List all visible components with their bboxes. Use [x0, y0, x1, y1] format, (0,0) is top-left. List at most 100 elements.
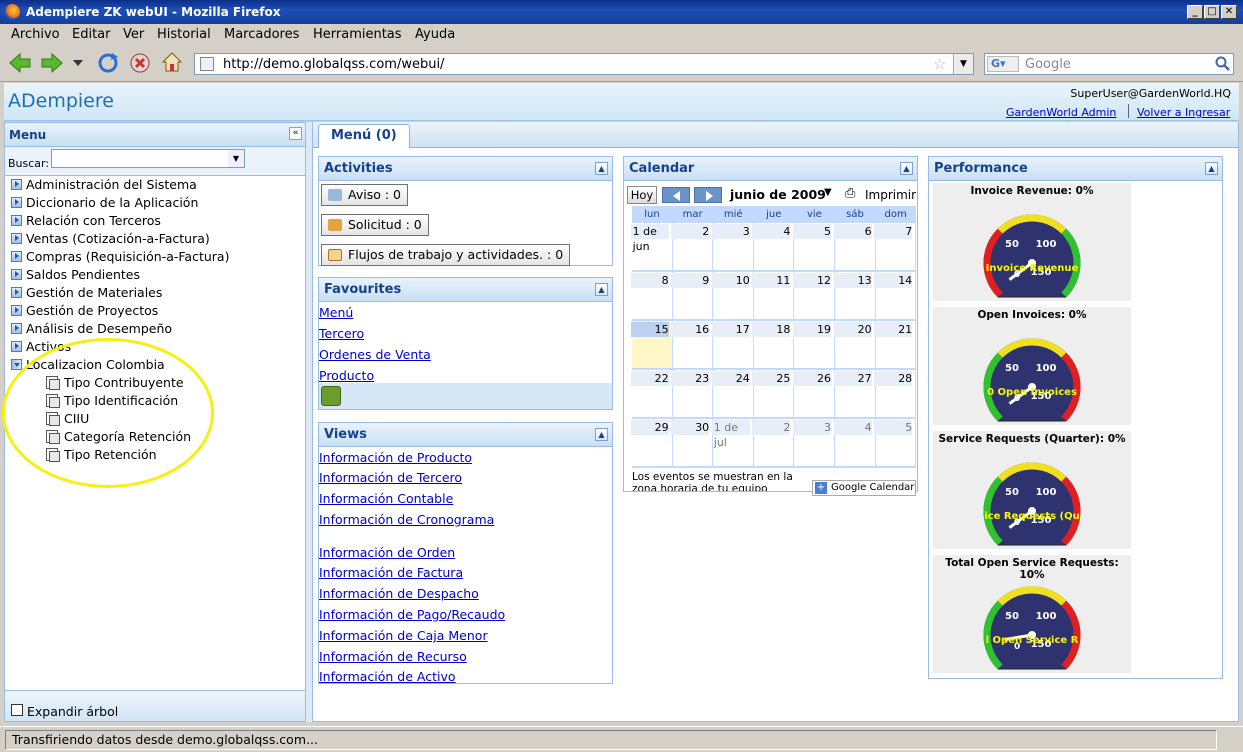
collapse-icon[interactable]: ▲	[595, 428, 608, 441]
calendar-day-cell[interactable]: 1 de jun	[630, 223, 673, 271]
fav-producto-link[interactable]: Producto	[319, 368, 374, 383]
tree-item-saldos[interactable]: Saldos Pendientes	[11, 265, 140, 283]
gauge-card[interactable]: Open Invoices: 0%5010015000 Open Invoice…	[933, 307, 1131, 425]
calendar-day-cell[interactable]: 7	[874, 223, 917, 271]
view-cronograma-link[interactable]: Información de Cronograma	[319, 512, 494, 527]
view-tercero-link[interactable]: Información de Tercero	[319, 470, 462, 485]
bookmark-star-icon[interactable]: ☆	[933, 55, 946, 73]
view-factura-link[interactable]: Información de Factura	[319, 565, 463, 580]
calendar-day-cell[interactable]: 14	[874, 272, 917, 320]
calendar-day-cell[interactable]: 17	[711, 321, 754, 369]
month-dropdown-icon[interactable]: ▼	[824, 187, 832, 198]
menu-historial[interactable]: Historial	[157, 27, 211, 42]
relogin-link[interactable]: Volver a Ingresar	[1137, 106, 1230, 119]
print-link[interactable]: Imprimir	[865, 188, 916, 202]
calendar-day-cell[interactable]: 12	[792, 272, 835, 320]
calendar-day-cell[interactable]: 2	[752, 419, 795, 467]
google-calendar-badge[interactable]: + Google Calendar	[812, 480, 916, 496]
menu-ayuda[interactable]: Ayuda	[415, 27, 455, 42]
gauge-card[interactable]: Invoice Revenue: 0%501001500Invoice Reve…	[933, 183, 1131, 301]
calendar-day-cell[interactable]: 3	[711, 223, 754, 271]
calendar-day-cell[interactable]: 22	[630, 370, 673, 418]
calendar-day-cell[interactable]: 27	[833, 370, 876, 418]
view-despacho-link[interactable]: Información de Despacho	[319, 586, 479, 601]
print-icon[interactable]: ⎙	[845, 186, 855, 201]
calendar-day-cell[interactable]: 3	[792, 419, 835, 467]
calendar-day-cell[interactable]: 25	[752, 370, 795, 418]
calendar-day-cell[interactable]: 13	[833, 272, 876, 320]
url-text[interactable]: http://demo.globalqss.com/webui/	[223, 57, 444, 72]
collapse-icon[interactable]: ▲	[595, 283, 608, 296]
menu-marcadores[interactable]: Marcadores	[224, 27, 299, 42]
menu-archivo[interactable]: Archivo	[11, 27, 60, 42]
url-dropdown-icon[interactable]: ▼	[953, 54, 973, 74]
stop-icon[interactable]	[128, 51, 152, 75]
menu-herramientas[interactable]: Herramientas	[313, 27, 402, 42]
fav-ordenes-link[interactable]: Ordenes de Venta	[319, 347, 431, 362]
calendar-day-cell[interactable]: 6	[833, 223, 876, 271]
tab-menu[interactable]: Menú (0)	[318, 124, 410, 148]
search-icon[interactable]	[1215, 56, 1231, 72]
view-activo-link[interactable]: Información de Activo	[319, 669, 456, 684]
tree-item-compras[interactable]: Compras (Requisición-a-Factura)	[11, 247, 229, 265]
prev-month-button[interactable]	[662, 187, 690, 203]
back-icon[interactable]	[8, 52, 32, 74]
gauge-card[interactable]: Total Open Service Requests: 10% 50 100 150…	[933, 555, 1131, 673]
solicitud-button[interactable]: Solicitud : 0	[321, 214, 429, 236]
view-recurso-link[interactable]: Información de Recurso	[319, 649, 467, 664]
calendar-day-cell[interactable]: 30	[671, 419, 714, 467]
calendar-day-cell[interactable]: 19	[792, 321, 835, 369]
calendar-day-cell[interactable]: 11	[752, 272, 795, 320]
history-dropdown-icon[interactable]	[72, 58, 84, 68]
calendar-day-cell[interactable]: 16	[671, 321, 714, 369]
role-link[interactable]: GardenWorld Admin	[1006, 106, 1116, 119]
collapse-icon[interactable]: ▲	[900, 162, 913, 175]
view-orden-link[interactable]: Información de Orden	[319, 545, 455, 560]
calendar-day-cell[interactable]: 29	[630, 419, 673, 467]
close-button[interactable]: ✕	[1221, 5, 1237, 19]
calendar-day-cell[interactable]: 18	[752, 321, 795, 369]
calendar-day-cell[interactable]: 24	[711, 370, 754, 418]
view-caja-link[interactable]: Información de Caja Menor	[319, 628, 488, 643]
calendar-day-cell[interactable]: 5	[792, 223, 835, 271]
expand-tree-checkbox[interactable]	[11, 704, 23, 716]
fav-menu-link[interactable]: Menú	[319, 305, 353, 320]
calendar-day-cell[interactable]: 28	[874, 370, 917, 418]
calendar-day-cell[interactable]: 4	[833, 419, 876, 467]
fav-tercero-link[interactable]: Tercero	[319, 326, 364, 341]
menu-editar[interactable]: Editar	[72, 27, 111, 42]
search-combo-icon[interactable]: ▼	[228, 150, 244, 167]
view-pago-link[interactable]: Información de Pago/Recaudo	[319, 607, 505, 622]
home-icon[interactable]	[160, 50, 184, 74]
collapse-icon[interactable]: ▲	[1205, 162, 1218, 175]
view-producto-link[interactable]: Información de Producto	[319, 450, 472, 465]
calendar-day-cell[interactable]: 2	[671, 223, 714, 271]
maximize-button[interactable]: □	[1204, 5, 1220, 19]
calendar-day-cell[interactable]: 8	[630, 272, 673, 320]
calendar-day-cell[interactable]: 5	[874, 419, 917, 467]
tree-item-diccionario[interactable]: Diccionario de la Aplicación	[11, 193, 198, 211]
flujos-button[interactable]: Flujos de trabajo y actividades. : 0	[321, 244, 571, 266]
search-bar[interactable]: G▾ Google	[984, 53, 1234, 75]
next-month-button[interactable]	[694, 187, 722, 203]
calendar-day-cell[interactable]: 21	[874, 321, 917, 369]
tree-item-ventas[interactable]: Ventas (Cotización-a-Factura)	[11, 229, 210, 247]
tree-item-desempeno[interactable]: Análisis de Desempeño	[11, 319, 172, 337]
tree-item-terceros[interactable]: Relación con Terceros	[11, 211, 161, 229]
url-bar[interactable]: http://demo.globalqss.com/webui/ ☆ ▼	[194, 53, 974, 75]
calendar-day-cell[interactable]: 26	[792, 370, 835, 418]
collapse-west-icon[interactable]: «	[289, 127, 302, 140]
calendar-day-cell[interactable]: 9	[671, 272, 714, 320]
calendar-day-cell[interactable]: 23	[671, 370, 714, 418]
reload-icon[interactable]	[96, 51, 120, 75]
tree-item-materiales[interactable]: Gestión de Materiales	[11, 283, 162, 301]
menu-search-input[interactable]: ▼	[51, 149, 245, 168]
tree-item-admin[interactable]: Administración del Sistema	[11, 175, 197, 193]
menu-ver[interactable]: Ver	[123, 27, 144, 42]
google-engine-icon[interactable]: G▾	[987, 56, 1019, 72]
calendar-day-cell[interactable]: 4	[752, 223, 795, 271]
search-input[interactable]: Google	[1025, 57, 1071, 72]
minimize-button[interactable]: _	[1187, 5, 1203, 19]
calendar-day-cell[interactable]: 1 de jul	[711, 419, 754, 467]
calendar-day-cell[interactable]: 10	[711, 272, 754, 320]
